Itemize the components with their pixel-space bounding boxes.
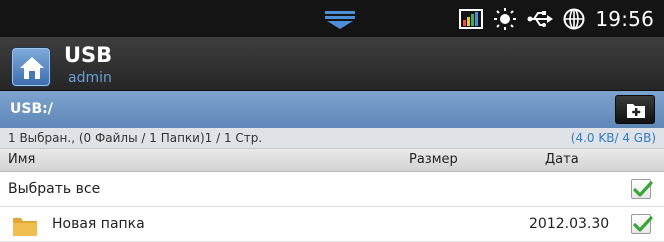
checkmark-icon — [633, 181, 653, 197]
item-checkbox[interactable] — [631, 214, 653, 234]
home-button[interactable] — [12, 48, 50, 86]
column-header-name[interactable]: Имя — [8, 152, 35, 167]
current-path: USB:/ — [10, 101, 53, 117]
folder-icon — [13, 218, 37, 236]
home-icon — [20, 57, 44, 79]
selection-count: 1 Выбран., (0 Файлы / 1 Папки) — [8, 131, 205, 145]
brightness-icon — [494, 7, 517, 30]
select-all-checkbox[interactable] — [631, 179, 653, 199]
status-icons: 19:56 — [459, 0, 654, 37]
file-list-item[interactable]: Новая папка 2012.03.30 — [0, 207, 664, 242]
storage-capacity: (4.0 KB/ 4 GB) — [570, 131, 656, 145]
page-indicator: 1 / 1 Стр. — [204, 131, 263, 145]
selection-summary: 1 Выбран., (0 Файлы / 1 Папки)1 / 1 Стр. — [8, 131, 262, 145]
column-header-date[interactable]: Дата — [545, 152, 579, 167]
info-bar: 1 Выбран., (0 Файлы / 1 Папки)1 / 1 Стр.… — [0, 128, 664, 149]
menu-handle-icon[interactable] — [325, 11, 355, 29]
status-bar: 19:56 — [0, 0, 664, 37]
new-folder-icon — [627, 104, 645, 118]
select-all-row[interactable]: Выбрать все — [0, 172, 664, 207]
checkmark-icon — [633, 216, 653, 232]
user-name: admin — [68, 70, 112, 86]
globe-icon — [563, 8, 585, 29]
select-all-label: Выбрать все — [8, 181, 101, 197]
clock-time: 19:56 — [595, 6, 654, 31]
signal-bars-icon — [459, 8, 484, 29]
item-name: Новая папка — [52, 216, 145, 232]
column-header-row: Имя Размер Дата — [0, 149, 664, 172]
new-folder-button[interactable] — [615, 95, 655, 124]
usb-icon — [527, 10, 554, 27]
app-header: USB admin — [0, 37, 664, 91]
page-title: USB — [64, 43, 113, 67]
item-date: 2012.03.30 — [529, 216, 610, 232]
path-bar: USB:/ — [0, 91, 664, 128]
column-header-size[interactable]: Размер — [409, 152, 458, 167]
